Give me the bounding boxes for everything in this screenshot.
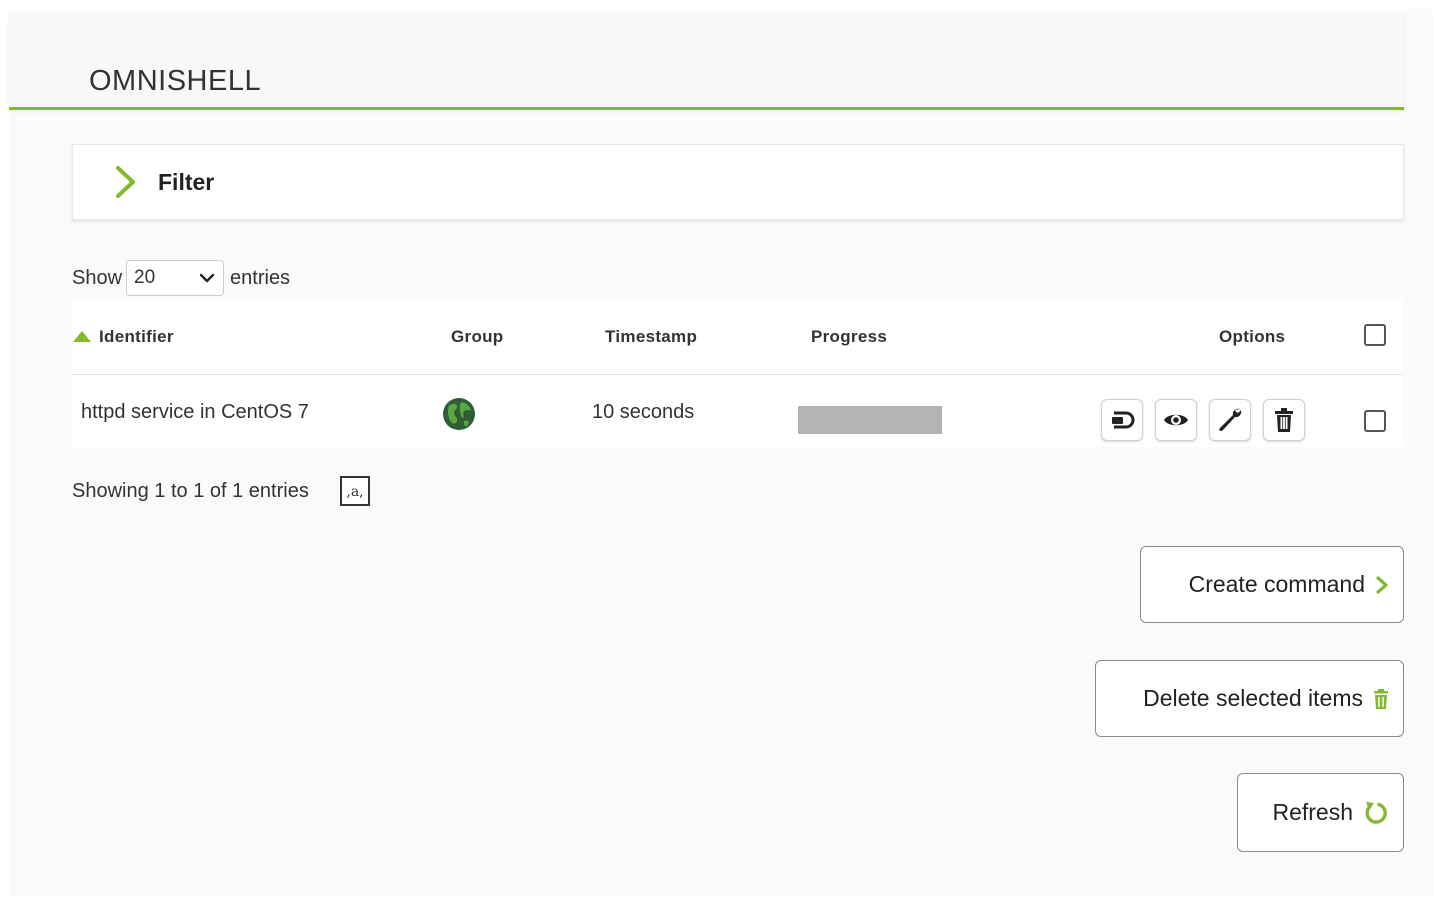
delete-selected-label: Delete selected items [1143, 685, 1363, 711]
export-csv-icon[interactable]: ,a, [340, 475, 370, 507]
globe-icon [443, 398, 475, 430]
column-header-group[interactable]: Group [451, 327, 504, 347]
sort-ascending-icon[interactable] [72, 329, 92, 343]
page: OMNISHELL Filter Show 20 entries Identif… [9, 9, 1433, 897]
entries-per-page-select[interactable]: 20 [126, 260, 225, 296]
refresh-icon [1365, 801, 1387, 824]
eye-icon [1164, 414, 1188, 426]
refresh-label: Refresh [1272, 799, 1353, 825]
column-header-options: Options [1219, 327, 1286, 346]
filter-label: Filter [158, 169, 215, 195]
entries-label: entries [230, 266, 291, 289]
page-title: OMNISHELL [89, 65, 262, 97]
row-identifier[interactable]: httpd service in CentOS 7 [81, 401, 309, 424]
create-command-button[interactable]: Create command [1140, 546, 1404, 623]
svg-text:,a,: ,a, [346, 484, 363, 500]
delete-row-button[interactable] [1263, 399, 1305, 441]
entries-length-control: Show 20 entries [72, 259, 290, 297]
delete-selected-button[interactable]: Delete selected items [1095, 660, 1404, 737]
trash-icon [1374, 688, 1388, 709]
view-button[interactable] [1155, 399, 1197, 441]
row-select-checkbox[interactable] [1364, 410, 1386, 432]
execute-button[interactable] [1101, 399, 1143, 441]
page-header: OMNISHELL [9, 17, 1404, 110]
table-info: Showing 1 to 1 of 1 entries [72, 480, 309, 502]
execute-icon [1112, 411, 1135, 429]
chevron-right-icon [116, 166, 135, 198]
select-all-checkbox[interactable] [1364, 324, 1386, 346]
filter-panel[interactable]: Filter [72, 144, 1404, 220]
trash-icon [1275, 408, 1293, 432]
column-header-identifier[interactable]: Identifier [99, 327, 174, 347]
edit-button[interactable] [1209, 399, 1251, 441]
refresh-button[interactable]: Refresh [1237, 773, 1404, 852]
progress-bar [798, 406, 942, 434]
entries-per-page-value: 20 [134, 267, 156, 288]
column-header-timestamp[interactable]: Timestamp [605, 327, 697, 347]
row-timestamp: 10 seconds [592, 401, 695, 423]
table-header: Identifier Group Timestamp Progress Opti… [72, 299, 1403, 375]
show-label: Show [72, 266, 123, 289]
chevron-right-icon [1376, 575, 1388, 594]
column-header-progress[interactable]: Progress [811, 327, 887, 347]
create-command-label: Create command [1188, 571, 1365, 597]
commands-table: Identifier Group Timestamp Progress Opti… [72, 299, 1403, 447]
wrench-icon [1219, 408, 1242, 431]
chevron-down-icon [199, 273, 215, 283]
